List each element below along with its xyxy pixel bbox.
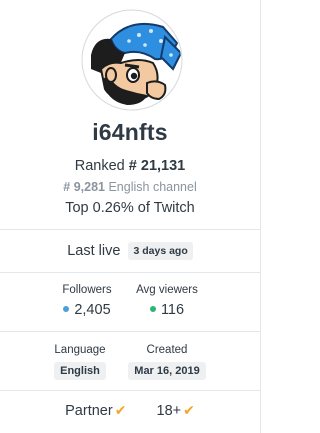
- language-label: Language: [54, 344, 106, 356]
- divider: [0, 331, 261, 332]
- last-live-row: Last live 3 days ago: [0, 242, 260, 260]
- channel-badges: Partner ✔ 18+ ✔: [0, 402, 260, 419]
- overall-rank: Ranked # 21,131: [0, 158, 260, 174]
- divider: [0, 272, 261, 273]
- language-meta: Language English: [50, 344, 110, 380]
- created-label: Created: [146, 344, 188, 356]
- channel-avatar[interactable]: [81, 9, 183, 111]
- language-badge: English: [54, 362, 106, 380]
- avg-viewers-label: Avg viewers: [136, 284, 198, 296]
- divider: [0, 390, 261, 391]
- language-rank: # 9,281 English channel: [0, 180, 260, 194]
- created-badge: Mar 16, 2019: [128, 362, 206, 380]
- avg-viewers-value-row: 116: [112, 302, 222, 318]
- avatar-image: [81, 9, 183, 111]
- channel-rank-suffix: English channel: [108, 180, 197, 194]
- partner-badge: Partner ✔: [65, 402, 130, 419]
- last-live-badge: 3 days ago: [128, 242, 193, 260]
- last-live-label: Last live: [67, 242, 121, 259]
- divider: [0, 229, 261, 230]
- partner-label: Partner: [65, 403, 113, 419]
- ranked-prefix: Ranked: [74, 158, 125, 174]
- channel-card: i64nfts Ranked # 21,131 # 9,281 English …: [0, 0, 261, 433]
- created-meta: Created Mar 16, 2019: [124, 344, 210, 380]
- channel-name: i64nfts: [92, 119, 168, 145]
- avg-viewers-value: 116: [160, 302, 185, 318]
- avg-viewers-dot-icon: [149, 306, 156, 313]
- followers-value: 2,405: [74, 302, 111, 318]
- mature-badge: 18+ ✔: [156, 402, 195, 419]
- ranked-value[interactable]: # 21,131: [129, 158, 185, 174]
- top-percentile: Top 0.26% of Twitch: [65, 200, 195, 216]
- checkmark-icon: ✔: [183, 402, 195, 418]
- mature-label: 18+: [156, 403, 182, 419]
- followers-dot-icon: [63, 306, 70, 313]
- checkmark-icon: ✔: [114, 402, 127, 418]
- channel-rank-value[interactable]: # 9,281: [63, 180, 105, 194]
- avg-viewers-stat: Avg viewers 116: [112, 284, 222, 318]
